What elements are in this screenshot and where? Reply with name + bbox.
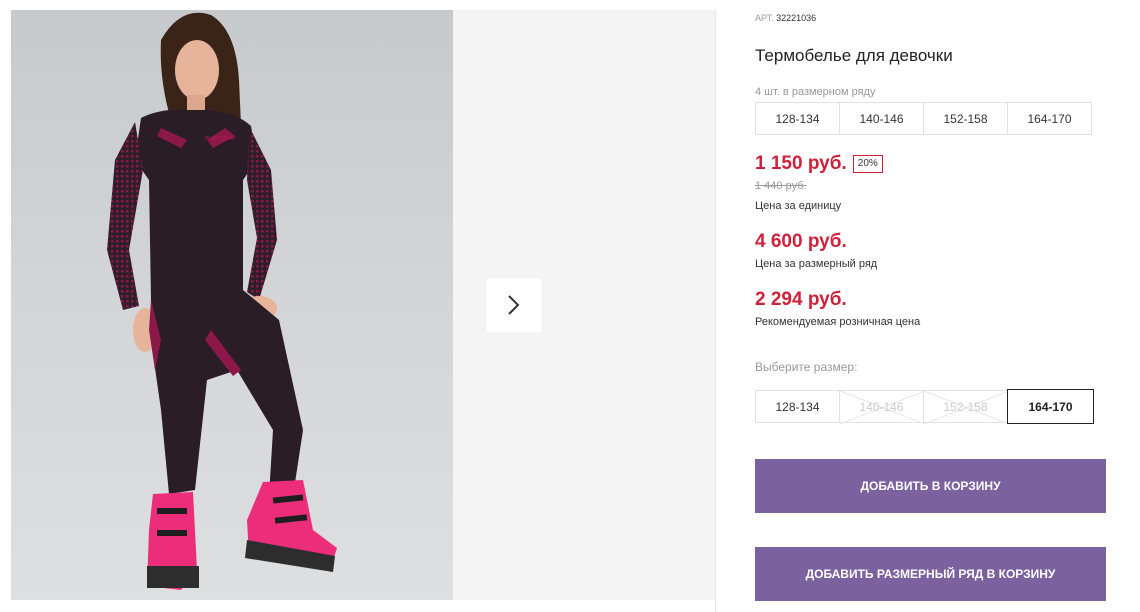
size-option-140-146: 140-146: [839, 390, 925, 424]
next-image-button[interactable]: [487, 278, 541, 332]
article-value: 32221036: [776, 13, 817, 23]
pack-price: 4 600 руб.: [755, 231, 847, 252]
size-option-152-158: 152-158: [923, 390, 1009, 424]
size-selector: 128-134 140-146 152-158 164-170: [755, 389, 1094, 424]
size-option-label: 128-134: [775, 399, 820, 414]
pack-count-label: 4 шт. в размерном ряду: [755, 86, 876, 98]
size-option-label: 152-158: [943, 399, 988, 414]
old-price: 1 440 руб.: [755, 180, 807, 192]
product-photo: PLAY TODAY: [11, 10, 453, 600]
retail-price: 2 294 руб.: [755, 289, 847, 310]
article-number: АРТ. 32221036: [755, 13, 816, 23]
chevron-right-icon: [508, 295, 520, 315]
article-label: АРТ.: [755, 13, 774, 23]
product-gallery: PLAY TODAY: [11, 10, 715, 600]
add-to-cart-button[interactable]: Добавить в корзину: [755, 459, 1106, 513]
pack-price-caption: Цена за размерный ряд: [755, 258, 878, 270]
pack-sizes-row: 128-134 140-146 152-158 164-170: [755, 102, 1092, 135]
size-option-label: 164-170: [1028, 399, 1073, 414]
unit-price-block: 1 150 руб. 20%: [755, 153, 883, 175]
retail-price-caption: Рекомендуемая розничная цена: [755, 316, 921, 328]
add-pack-to-cart-button[interactable]: Добавить размерный ряд в корзину: [755, 547, 1106, 601]
size-option-164-170[interactable]: 164-170: [1007, 389, 1094, 424]
model-illustration: PLAY TODAY: [107, 12, 337, 590]
discount-badge: 20%: [852, 155, 883, 173]
pack-size-cell: 164-170: [1007, 102, 1092, 135]
pack-size-cell: 128-134: [755, 102, 840, 135]
product-title: Термобелье для девочки: [755, 46, 953, 65]
garment-logo: PLAY TODAY: [205, 136, 236, 142]
pack-size-cell: 152-158: [923, 102, 1008, 135]
unit-price-caption: Цена за единицу: [755, 200, 842, 212]
size-option-128-134[interactable]: 128-134: [755, 390, 840, 423]
choose-size-label: Выберите размер:: [755, 360, 858, 374]
size-option-label: 140-146: [859, 399, 904, 414]
pack-size-cell: 140-146: [839, 102, 924, 135]
column-divider: [715, 10, 716, 612]
unit-price: 1 150 руб.: [755, 153, 847, 174]
